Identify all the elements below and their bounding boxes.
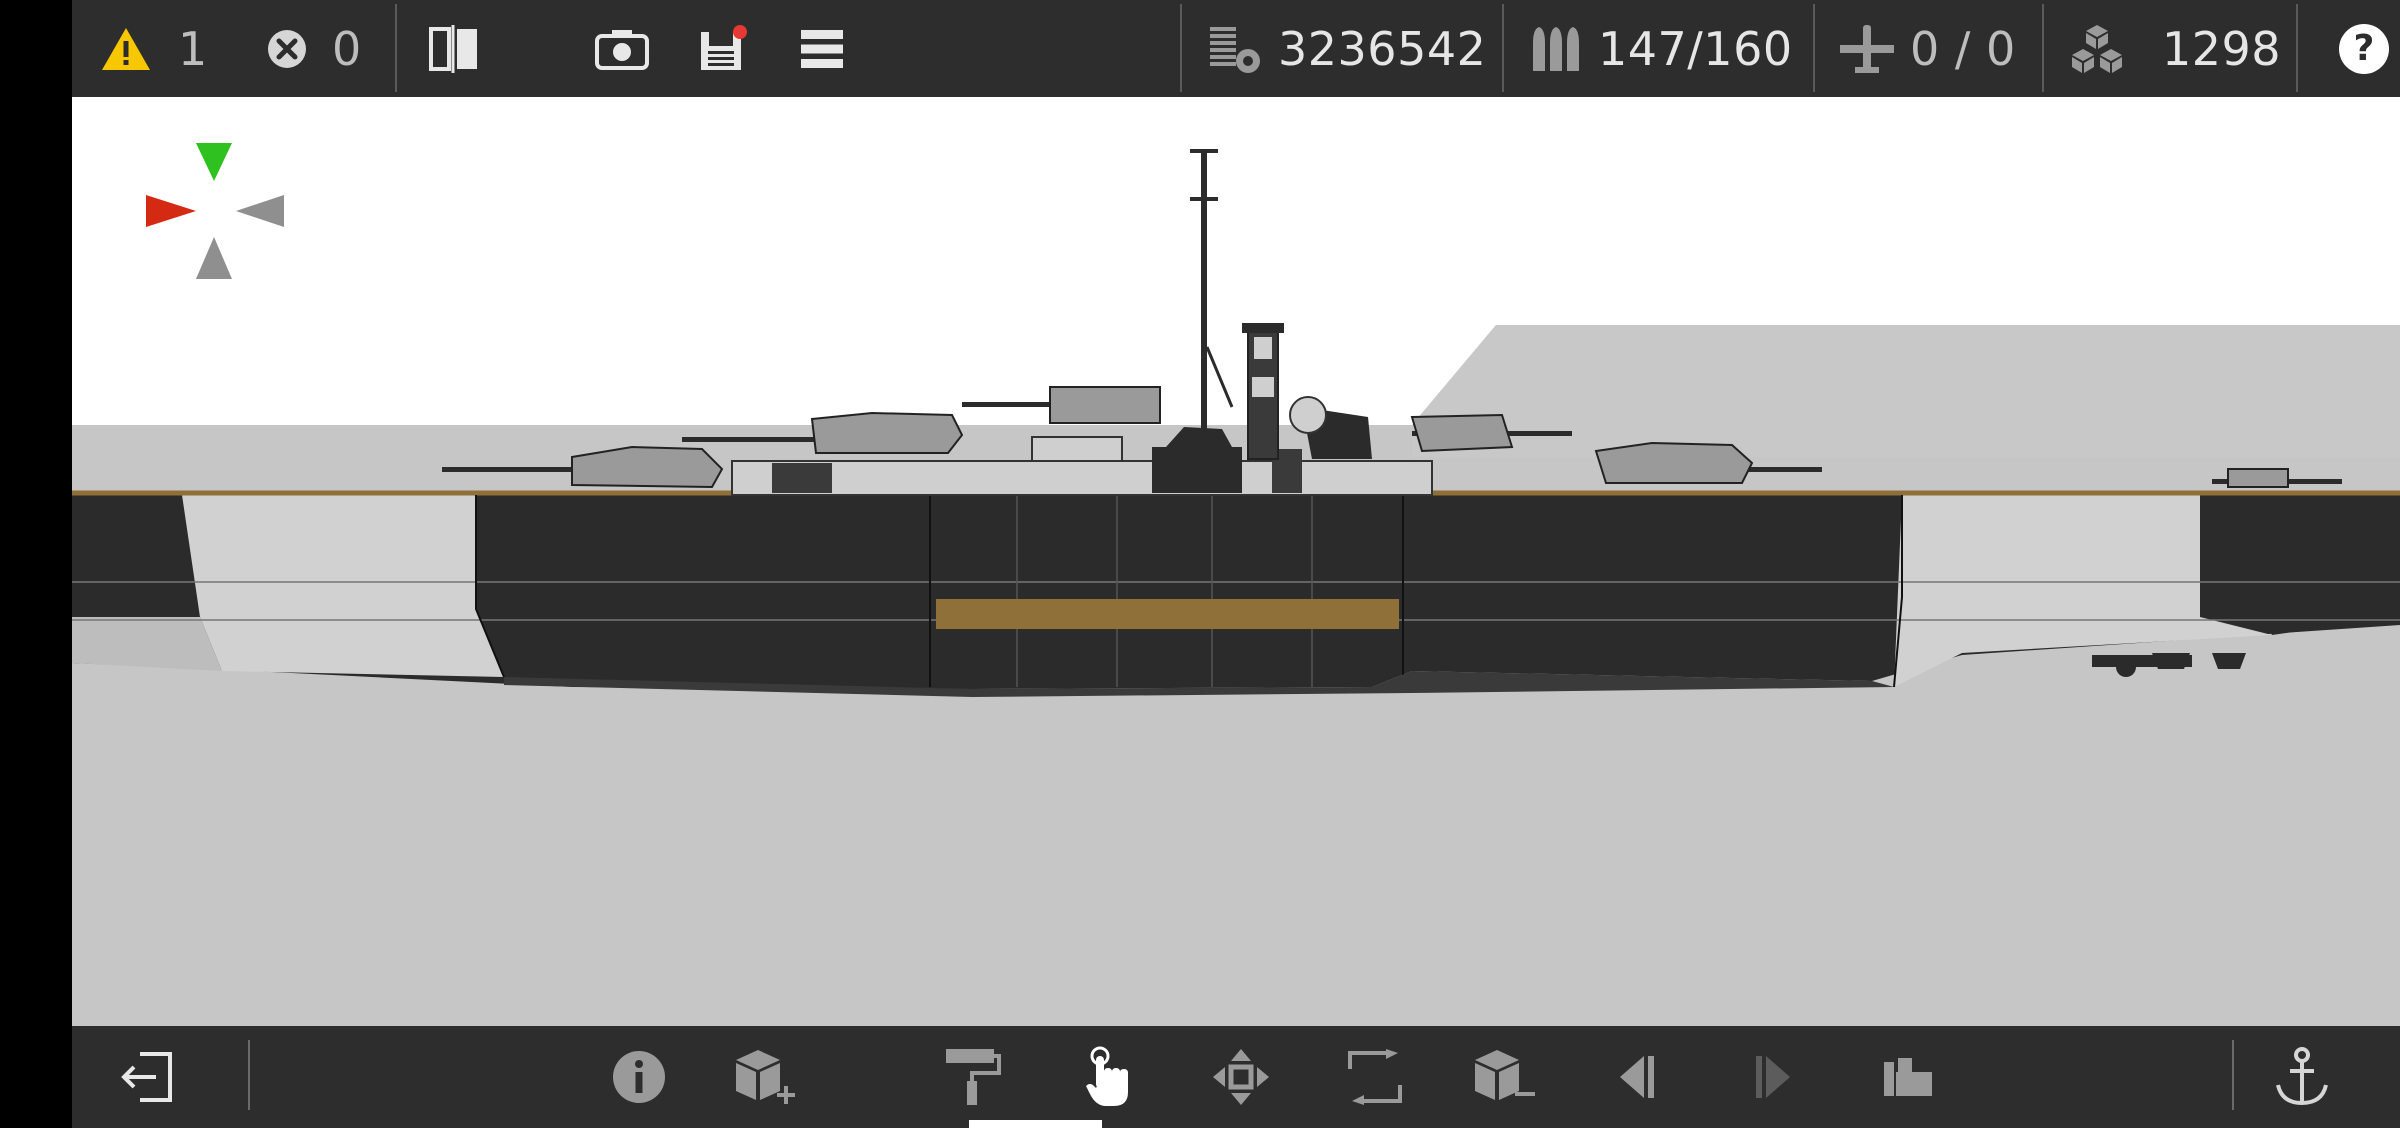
info-button[interactable] [600,1026,678,1128]
exit-button[interactable] [110,1026,184,1128]
errors-count: 0 [332,21,362,76]
aircraft-value: 0 / 0 [1910,21,2016,76]
exit-icon [118,1050,176,1104]
paint-button[interactable] [934,1026,1012,1128]
add-block-icon [734,1048,800,1106]
parts-icon [2068,23,2126,75]
parts-stat[interactable]: 1298 [2068,0,2281,97]
deck-fittings [2092,653,2246,677]
separator [248,1040,250,1110]
top-toolbar: 1 0 3236542 147/160 0 / 0 1298 ? [72,0,2400,97]
warnings-count: 1 [178,21,208,76]
remove-block-icon [1473,1048,1539,1106]
ammo-stat[interactable]: 147/160 [1528,0,1793,97]
camera-icon [594,27,650,71]
menu-button[interactable] [786,0,858,97]
turret-f[interactable] [2212,468,2342,488]
cost-icon [1208,23,1264,75]
mirror-button[interactable] [418,0,490,97]
select-tool-button[interactable] [1070,1026,1148,1128]
screenshot-button[interactable] [585,0,659,97]
move-button[interactable] [1202,1026,1280,1128]
aircraft-icon [1838,23,1896,75]
system-edge [0,0,72,1128]
warnings-counter[interactable]: 1 [100,0,208,97]
ammo-icon [1528,25,1584,73]
rotate-icon [1346,1049,1404,1105]
equipment-icon [1882,1056,1934,1098]
save-icon [697,24,747,73]
cost-value: 3236542 [1278,21,1487,76]
prev-button[interactable] [1604,1026,1670,1128]
ship-hull[interactable] [72,490,2400,697]
help-button[interactable]: ? [2334,0,2394,97]
prev-icon [1616,1054,1658,1100]
errors-counter[interactable]: 0 [266,0,362,97]
move-icon [1211,1047,1271,1107]
bottom-toolbar [72,1026,2400,1128]
ammo-value: 147/160 [1598,21,1793,76]
menu-icon [799,29,845,69]
parts-value: 1298 [2162,21,2282,76]
add-block-button[interactable] [727,1026,807,1128]
active-tool-indicator [969,1120,1102,1128]
anchor-button[interactable] [2264,1026,2340,1128]
separator [1813,4,1815,92]
mirror-icon [427,24,481,73]
help-icon: ? [2339,23,2389,74]
separator [2042,4,2044,92]
save-button[interactable] [686,0,758,97]
turret-a[interactable] [442,445,724,489]
info-icon [611,1049,667,1105]
cost-stat[interactable]: 3236542 [1208,0,1486,97]
remove-block-button[interactable] [1466,1026,1546,1128]
anchor-icon [2274,1047,2330,1107]
select-hand-icon [1084,1046,1134,1108]
separator [1180,4,1182,92]
next-icon [1752,1054,1794,1100]
separator [395,4,397,92]
equipment-button[interactable] [1870,1026,1946,1128]
warning-icon [100,26,152,72]
aircraft-stat[interactable]: 0 / 0 [1838,0,2016,97]
separator [2296,4,2298,92]
error-icon [266,28,308,70]
help-label: ? [2353,28,2375,69]
paint-roller-icon [944,1047,1002,1107]
ship-scene[interactable] [72,97,2400,1026]
ship-viewport[interactable] [72,97,2400,1026]
separator [1502,4,1504,92]
rotate-button[interactable] [1336,1026,1414,1128]
next-button[interactable] [1740,1026,1806,1128]
separator [2232,1040,2234,1110]
